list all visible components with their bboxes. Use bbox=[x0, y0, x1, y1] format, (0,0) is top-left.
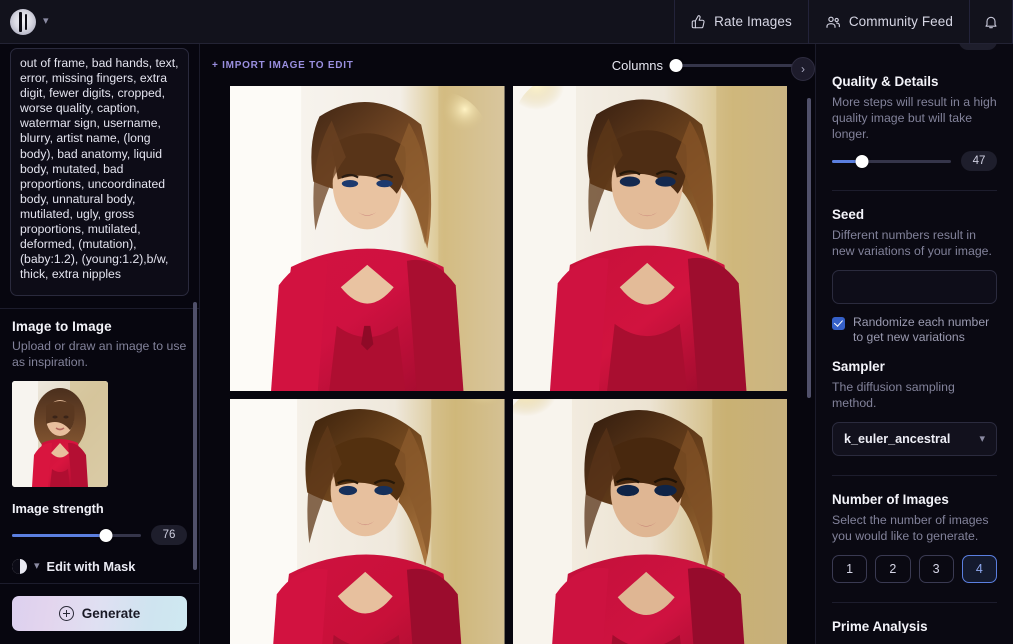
left-sidebar-scrollbar[interactable] bbox=[193, 302, 197, 570]
generate-button[interactable]: Generate bbox=[12, 596, 187, 631]
seed-input[interactable] bbox=[832, 270, 997, 304]
columns-label: Columns bbox=[611, 57, 663, 73]
chevron-down-icon[interactable]: ▾ bbox=[979, 433, 985, 445]
app-logo-icon[interactable] bbox=[10, 8, 36, 35]
quality-knob[interactable] bbox=[855, 154, 869, 168]
plus-circle-icon bbox=[58, 606, 74, 621]
community-feed-label: Community Feed bbox=[848, 14, 953, 29]
image-strength-value: 76 bbox=[151, 525, 187, 545]
number-of-images-description: Select the number of images you would li… bbox=[832, 513, 989, 543]
generate-label: Generate bbox=[81, 606, 141, 621]
number-of-images-title: Number of Images bbox=[832, 492, 949, 507]
number-option-1[interactable]: 1 bbox=[832, 555, 868, 583]
source-image-thumbnail[interactable] bbox=[12, 381, 108, 487]
number-option-4[interactable]: 4 bbox=[961, 555, 997, 583]
quality-title: Quality & Details bbox=[832, 74, 939, 89]
quality-description: More steps will result in a high quality… bbox=[832, 95, 997, 141]
columns-control: Columns › bbox=[611, 57, 815, 81]
seed-section: Seed Different numbers result in new var… bbox=[832, 207, 997, 345]
rate-images-label: Rate Images bbox=[714, 14, 792, 29]
sampler-title: Sampler bbox=[832, 359, 885, 374]
sampler-section: Sampler The diffusion sampling method. k… bbox=[832, 359, 997, 456]
number-option-2[interactable]: 2 bbox=[875, 555, 911, 583]
mask-contrast-icon bbox=[12, 559, 27, 574]
sampler-select[interactable]: k_euler_ancestral ▾ bbox=[832, 422, 997, 456]
randomize-seed-label: Randomize each number to get new variati… bbox=[853, 315, 990, 344]
top-bar: ▾ Rate Images Community Feed bbox=[0, 0, 1013, 44]
import-image-to-edit-link[interactable]: + IMPORT IMAGE TO EDIT bbox=[212, 60, 354, 71]
rate-images-button[interactable]: Rate Images bbox=[674, 0, 808, 44]
cutoff-value-pill bbox=[959, 44, 997, 50]
main-body: out of frame, bad hands, text, error, mi… bbox=[0, 44, 1013, 644]
quality-section: Quality & Details More steps will result… bbox=[832, 74, 997, 171]
quality-slider[interactable] bbox=[832, 153, 951, 169]
left-sidebar-scroll: out of frame, bad hands, text, error, mi… bbox=[0, 44, 199, 583]
sampler-value: k_euler_ancestral bbox=[844, 432, 951, 446]
divider-after-quality bbox=[832, 190, 997, 191]
quality-slider-row: 47 bbox=[832, 151, 997, 171]
edit-with-mask-label: Edit with Mask bbox=[46, 559, 136, 574]
randomize-seed-row[interactable]: Randomize each number to get new variati… bbox=[832, 315, 997, 345]
left-sidebar: out of frame, bad hands, text, error, mi… bbox=[0, 44, 200, 644]
canvas-toolbar: + IMPORT IMAGE TO EDIT Columns › bbox=[200, 44, 815, 86]
right-settings-panel: Quality & Details More steps will result… bbox=[815, 44, 1013, 644]
image-to-image-description: Upload or draw an image to use as inspir… bbox=[12, 339, 187, 369]
image-to-image-title: Image to Image bbox=[12, 319, 112, 334]
chevron-right-icon[interactable]: › bbox=[791, 57, 815, 81]
divider-after-number-of-images bbox=[832, 602, 997, 603]
generated-image-4[interactable] bbox=[512, 399, 787, 644]
columns-knob[interactable] bbox=[669, 58, 683, 72]
generated-image-1[interactable] bbox=[230, 86, 505, 391]
community-feed-button[interactable]: Community Feed bbox=[807, 0, 969, 44]
seed-description: Different numbers result in new variatio… bbox=[832, 228, 992, 258]
randomize-seed-checkbox[interactable] bbox=[832, 317, 845, 330]
image-strength-slider[interactable] bbox=[12, 527, 141, 543]
generated-image-2[interactable] bbox=[512, 86, 787, 391]
divider-after-sampler bbox=[832, 475, 997, 476]
right-panel-inner: Quality & Details More steps will result… bbox=[816, 44, 1013, 633]
canvas-scrollbar[interactable] bbox=[807, 98, 811, 398]
next-section-title: Prime Analysis bbox=[832, 619, 928, 633]
columns-slider[interactable]: › bbox=[669, 57, 815, 81]
chevron-down-icon[interactable]: ▾ bbox=[43, 16, 49, 27]
people-icon bbox=[825, 14, 841, 30]
image-strength-knob[interactable] bbox=[99, 528, 113, 542]
columns-track bbox=[673, 63, 803, 67]
number-of-images-section: Number of Images Select the number of im… bbox=[832, 492, 997, 583]
image-to-image-section: Image to Image Upload or draw an image t… bbox=[0, 309, 199, 583]
notifications-button[interactable] bbox=[969, 0, 1013, 44]
quality-value: 47 bbox=[961, 151, 997, 171]
negative-prompt-text: out of frame, bad hands, text, error, mi… bbox=[20, 56, 182, 282]
top-nav: Rate Images Community Feed bbox=[674, 0, 1013, 44]
thumbs-up-icon bbox=[691, 14, 706, 29]
number-of-images-options: 1 2 3 4 bbox=[832, 555, 997, 583]
generated-image-3[interactable] bbox=[230, 399, 505, 644]
left-sidebar-footer: Generate bbox=[0, 583, 199, 644]
number-option-3[interactable]: 3 bbox=[918, 555, 954, 583]
image-strength-label: Image strength bbox=[12, 501, 104, 516]
chevron-down-icon[interactable]: ▾ bbox=[34, 561, 40, 572]
brand-area[interactable]: ▾ bbox=[0, 8, 200, 35]
image-strength-slider-row: 76 bbox=[12, 525, 187, 545]
image-grid bbox=[200, 86, 815, 644]
app-root: ▾ Rate Images Community Feed out of fram… bbox=[0, 0, 1013, 644]
seed-title: Seed bbox=[832, 207, 865, 222]
edit-with-mask-row[interactable]: ▾ Edit with Mask bbox=[12, 559, 187, 583]
sampler-description: The diffusion sampling method. bbox=[832, 380, 955, 410]
canvas-area: + IMPORT IMAGE TO EDIT Columns › bbox=[200, 44, 815, 644]
previous-setting-cutoff bbox=[832, 44, 997, 58]
image-strength-fill bbox=[12, 533, 107, 537]
negative-prompt-textarea[interactable]: out of frame, bad hands, text, error, mi… bbox=[10, 48, 189, 296]
bell-icon bbox=[983, 14, 999, 30]
